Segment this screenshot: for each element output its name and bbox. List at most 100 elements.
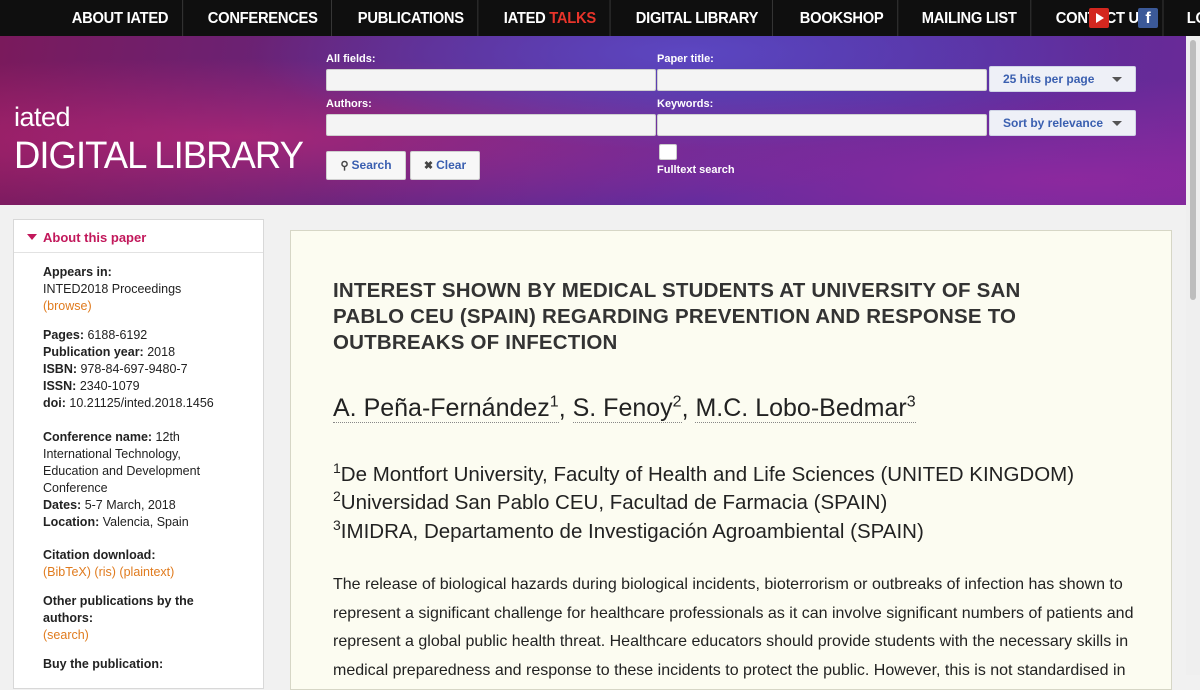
isbn-label: ISBN: [43, 362, 78, 376]
chevron-down-icon [1112, 121, 1122, 126]
about-paper-header[interactable]: About this paper [14, 220, 263, 253]
other-publications: Other publications by the authors: (sear… [43, 593, 194, 644]
nav-iated-talks[interactable]: IATED TALKS [490, 0, 612, 36]
bibtex-link[interactable]: (BibTeX) [43, 565, 91, 579]
nav-digital-library[interactable]: DIGITAL LIBRARY [622, 0, 773, 36]
paper-title-line: PABLO CEU (SPAIN) REGARDING PREVENTION A… [333, 305, 1017, 328]
pages-label: Pages: [43, 328, 84, 342]
search-button[interactable]: ⚲ Search [326, 151, 406, 180]
citation-download: Citation download: (BibTeX) (ris) (plain… [43, 547, 174, 581]
other-publications-label: Other publications by the [43, 594, 194, 608]
publication-details: Pages: 6188-6192 Publication year: 2018 … [43, 327, 214, 412]
dates-value: 5-7 March, 2018 [81, 498, 176, 512]
abstract-line: medical preparedness and response to the… [333, 661, 1126, 679]
affiliation-text: De Montfort University, Faculty of Healt… [340, 462, 1075, 486]
doi-label: doi: [43, 396, 66, 410]
logo-digital-library[interactable]: DIGITAL LIBRARY [14, 135, 304, 178]
author-link[interactable]: A. Peña-Fernández1 [333, 394, 559, 424]
author-list: A. Peña-Fernández1, S. Fenoy2, M.C. Lobo… [333, 394, 916, 424]
citation-download-label: Citation download: [43, 548, 156, 562]
author-link[interactable]: M.C. Lobo-Bedmar3 [695, 394, 916, 424]
affiliation-text: IMIDRA, Departamento de Investigación Ag… [340, 519, 924, 543]
appears-in-label: Appears in: [43, 265, 112, 279]
nav-items: ABOUT IATED CONFERENCES PUBLICATIONS IAT… [58, 0, 1200, 36]
nav-talks-accent: TALKS [549, 10, 597, 27]
nav-conferences[interactable]: CONFERENCES [194, 0, 333, 36]
affiliation: 2Universidad San Pablo CEU, Facultad de … [333, 488, 887, 515]
fulltext-checkbox[interactable] [659, 144, 677, 160]
nav-publications[interactable]: PUBLICATIONS [344, 0, 479, 36]
author-affiliation-sup: 3 [906, 394, 916, 411]
logo-iated[interactable]: iated [14, 102, 71, 133]
about-paper-title: About this paper [43, 230, 147, 245]
conference-name-line-2: International Technology, [43, 447, 181, 461]
search-icon: ⚲ [340, 160, 349, 172]
pages-value: 6188-6192 [84, 328, 148, 342]
close-icon: ✖ [423, 160, 434, 172]
authors-label: Authors: [326, 98, 372, 110]
youtube-icon[interactable] [1089, 8, 1109, 28]
about-paper-panel: About this paper Appears in: INTED2018 P… [13, 219, 264, 689]
fulltext-label: Fulltext search [657, 164, 735, 176]
facebook-icon[interactable]: f [1138, 8, 1158, 28]
year-label: Publication year: [43, 345, 144, 359]
authors-input[interactable] [326, 114, 656, 136]
author-name: A. Peña-Fernández [333, 394, 550, 423]
scrollbar-thumb[interactable] [1190, 40, 1196, 300]
abstract-line: The release of biological hazards during… [333, 576, 1123, 593]
isbn-value: 978-84-697-9480-7 [77, 362, 188, 376]
buy-publication: Buy the publication: [43, 656, 163, 673]
top-navigation: ABOUT IATED CONFERENCES PUBLICATIONS IAT… [0, 0, 1200, 36]
author-separator: , [681, 394, 696, 423]
nav-bookshop[interactable]: BOOKSHOP [786, 0, 898, 36]
browse-link[interactable]: (browse) [43, 298, 181, 315]
appears-in-value: INTED2018 Proceedings [43, 282, 182, 296]
hits-per-page-select[interactable]: 25 hits per page [989, 66, 1136, 92]
conference-details: Conference name: 12th International Tech… [43, 429, 200, 531]
doi-value: 10.21125/inted.2018.1456 [65, 396, 214, 410]
location-label: Location: [43, 515, 100, 529]
author-name: S. Fenoy [572, 394, 673, 423]
conference-name-value: 12th [152, 430, 180, 444]
affiliation-sup: 3 [333, 517, 341, 533]
dates-label: Dates: [43, 498, 82, 512]
paper-title: INTEREST SHOWN BY MEDICAL STUDENTS AT UN… [333, 278, 1093, 356]
hits-per-page-value: 25 hits per page [1003, 72, 1095, 86]
paper-title-line: OUTBREAKS OF INFECTION [333, 331, 618, 354]
all-fields-input[interactable] [326, 69, 656, 91]
paper-title-input[interactable] [657, 69, 987, 91]
triangle-down-icon [27, 234, 37, 240]
keywords-input[interactable] [657, 114, 987, 136]
nav-iated-label: IATED [504, 10, 550, 27]
plaintext-link[interactable]: (plaintext) [119, 565, 174, 579]
year-value: 2018 [143, 345, 176, 359]
nav-about-iated[interactable]: ABOUT IATED [58, 0, 183, 36]
conference-name-line-3: Education and Development [43, 464, 201, 478]
affiliation: 1De Montfort University, Faculty of Heal… [333, 460, 1074, 487]
affiliation: 3IMIDRA, Departamento de Investigación A… [333, 517, 924, 544]
sort-select[interactable]: Sort by relevance [989, 110, 1136, 136]
clear-button-label: Clear [436, 158, 467, 172]
chevron-down-icon [1112, 77, 1122, 82]
clear-button[interactable]: ✖ Clear [410, 151, 480, 180]
nav-mailing-list[interactable]: MAILING LIST [908, 0, 1031, 36]
keywords-label: Keywords: [657, 98, 714, 110]
sort-value: Sort by relevance [1003, 116, 1104, 130]
header-banner: iated DIGITAL LIBRARY All fields: Paper … [0, 36, 1186, 205]
buy-publication-label: Buy the publication: [43, 657, 164, 671]
abstract-line: represent a global public health threat.… [333, 633, 1129, 650]
author-link[interactable]: S. Fenoy2 [572, 394, 682, 424]
nav-login[interactable]: LOGIN [1173, 0, 1200, 36]
author-separator: , [558, 394, 573, 423]
paper-title-line: INTEREST SHOWN BY MEDICAL STUDENTS AT UN… [333, 279, 1021, 302]
search-authors-link[interactable]: (search) [43, 627, 194, 644]
author-affiliation-sup: 2 [672, 394, 682, 411]
conference-name-label: Conference name: [43, 430, 153, 444]
issn-label: ISSN: [43, 379, 77, 393]
location-value: Valencia, Spain [99, 515, 189, 529]
author-name: M.C. Lobo-Bedmar [695, 394, 907, 423]
conference-name-line-4: Conference [43, 481, 108, 495]
ris-link[interactable]: (ris) [94, 565, 116, 579]
paper-title-label: Paper title: [657, 53, 714, 65]
affiliation-sup: 2 [333, 488, 341, 504]
